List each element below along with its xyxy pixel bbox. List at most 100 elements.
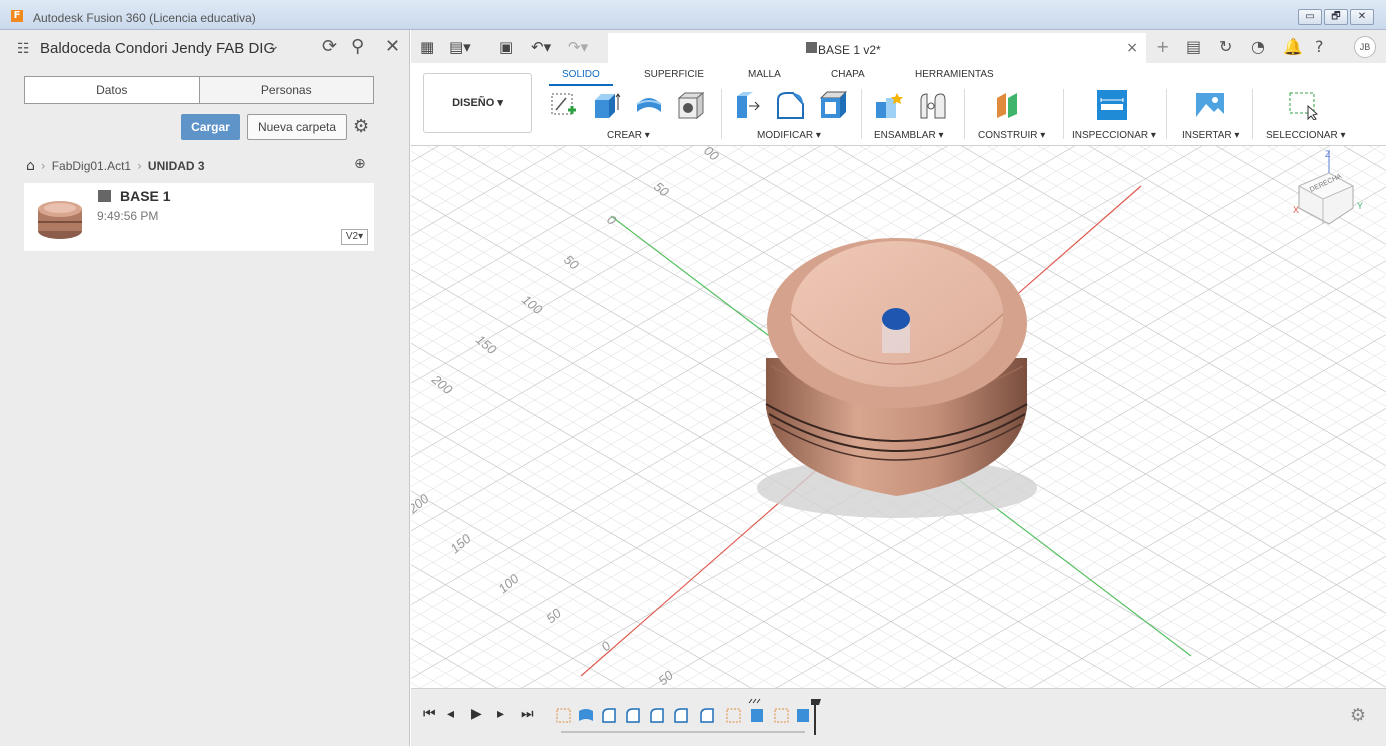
gear-icon[interactable]: ⚙ [353,116,369,137]
home-icon[interactable]: ⌂ [26,158,35,174]
redo-icon[interactable]: ↷▾ [568,38,588,56]
timeline-features[interactable] [555,697,825,737]
insert-image-icon[interactable] [1195,90,1225,120]
restore-button[interactable]: 🗗 [1324,9,1348,25]
axis-z-label: Z [1325,149,1331,159]
comments-icon[interactable]: ▤ [1186,37,1201,56]
notifications-icon[interactable]: 🔔 [1283,37,1303,56]
tab-personas[interactable]: Personas [198,77,374,103]
sync-icon[interactable]: ↻ [1219,37,1232,56]
close-tab-icon[interactable]: × [1126,40,1138,56]
file-thumbnail [38,201,82,239]
file-item[interactable]: BASE 1 9:49:56 PM V2▾ [24,183,374,251]
minimize-button[interactable]: ▭ [1298,9,1322,25]
avatar[interactable]: JB [1354,36,1376,58]
timeline-sketch-icon [726,708,741,723]
3d-viewport[interactable]: 50 0 50 100 150 200 200 150 100 50 0 50 … [411,146,1386,688]
close-window-button[interactable]: ✕ [1350,9,1374,25]
go-to-start-icon[interactable]: ⏮ [423,706,436,722]
version-dropdown[interactable]: V2▾ [341,229,368,245]
data-panel-header: ☷ Baldoceda Condori Jendy FAB DIG ⌄ ⟳ ⚲ … [0,30,410,65]
step-forward-icon[interactable]: ▸ [497,706,504,722]
timeline-revolve-icon [579,709,593,721]
timeline-fillet-icon [602,708,616,723]
go-to-end-icon[interactable]: ⏭ [521,706,534,722]
create-sketch-icon[interactable] [548,90,578,120]
undo-icon[interactable]: ↶▾ [531,38,551,56]
job-status-icon[interactable]: ◔ [1251,37,1265,56]
ribbon-divider [964,89,965,139]
timeline-marker-icon [811,699,821,735]
tab-herramientas[interactable]: HERRAMIENTAS [915,69,994,80]
tab-solido[interactable]: SOLIDO [562,69,600,80]
group-modificar[interactable]: MODIFICAR ▾ [757,130,821,141]
tab-malla[interactable]: MALLA [748,69,781,80]
quick-access-toolbar: ▦ ▤▾ ▣ ↶▾ ↷▾ BASE 1 v2* × + ▤ ↻ ◔ 🔔 ? JB [411,30,1386,63]
breadcrumb-item[interactable]: FabDig01.Act1 [52,159,131,173]
tab-chapa[interactable]: CHAPA [831,69,865,80]
close-icon[interactable]: ✕ [385,36,400,57]
timeline-sketch-icon [556,708,571,723]
breadcrumb: ⌂ › FabDig01.Act1 › UNIDAD 3 [26,157,205,175]
timeline-sketch-icon [774,708,789,723]
press-pull-icon[interactable] [733,90,763,120]
base-part-model[interactable] [765,238,1028,496]
active-tab-indicator [549,84,613,86]
hole-icon[interactable] [675,90,705,120]
save-icon[interactable]: ▣ [499,38,513,56]
ribbon-divider [721,89,722,139]
document-tab[interactable]: BASE 1 v2* × [608,33,1146,63]
select-icon[interactable] [1288,90,1318,120]
group-crear[interactable]: CREAR ▾ [607,130,650,141]
tab-superficie[interactable]: SUPERFICIE [644,69,704,80]
new-folder-button[interactable]: Nueva carpeta [247,114,347,140]
workspace-switcher[interactable]: DISEÑO ▾ [423,73,532,133]
globe-icon[interactable]: ⊕ [354,156,366,172]
file-menu-icon[interactable]: ▤▾ [449,38,471,56]
tab-datos[interactable]: Datos [25,77,199,103]
window-title: Autodesk Fusion 360 (Licencia educativa) [33,11,256,25]
timeline-fillet-icon [650,708,664,723]
refresh-icon[interactable]: ⟳ [322,36,337,57]
document-title: BASE 1 v2* [818,43,881,57]
chevron-down-icon[interactable]: ⌄ [268,38,280,54]
center-hole [882,308,910,330]
timeline-extrude-icon [751,709,763,722]
new-tab-icon[interactable]: + [1156,37,1169,56]
timeline-gear-icon[interactable]: ⚙ [1350,705,1366,726]
team-selector[interactable]: Baldoceda Condori Jendy FAB DIG [40,40,275,57]
shell-icon[interactable] [818,90,848,120]
offset-plane-icon[interactable] [994,90,1024,120]
group-construir[interactable]: CONSTRUIR ▾ [978,130,1045,141]
help-icon[interactable]: ? [1315,37,1324,56]
rollback-marker-icon [748,698,761,704]
upload-button[interactable]: Cargar [181,114,240,140]
group-inspeccionar[interactable]: INSPECCIONAR ▾ [1072,130,1156,141]
component-icon [98,190,111,202]
component-icon [806,42,817,53]
axis-x-label: X [1293,205,1299,215]
canvas[interactable]: 50 0 50 100 150 200 200 150 100 50 0 50 … [411,146,1386,688]
group-seleccionar[interactable]: SELECCIONAR ▾ [1266,130,1345,141]
file-name: BASE 1 [120,188,171,204]
fillet-icon[interactable] [775,90,805,120]
axis-y-label: Y [1357,201,1363,211]
play-icon[interactable]: ▶ [471,706,482,722]
step-back-icon[interactable]: ◂ [447,706,454,722]
new-component-icon[interactable] [873,90,903,120]
joint-icon[interactable] [917,90,947,120]
chevron-right-icon: › [40,159,46,173]
toolbar-ribbon: DISEÑO ▾ SOLIDO SUPERFICIE MALLA CHAPA H… [411,63,1386,146]
grid-menu-icon[interactable]: ▦ [420,38,434,56]
team-icon: ☷ [17,41,30,57]
fusion-app-icon: F [11,10,23,22]
data-panel-tabs: Datos Personas [24,76,374,104]
chevron-right-icon: › [137,159,142,173]
group-insertar[interactable]: INSERTAR ▾ [1182,130,1239,141]
search-icon[interactable]: ⚲ [351,36,364,57]
revolve-icon[interactable] [634,90,664,120]
timeline-fillet-icon [700,708,714,723]
group-ensamblar[interactable]: ENSAMBLAR ▾ [874,130,943,141]
measure-icon[interactable] [1097,90,1127,120]
extrude-icon[interactable] [591,90,621,120]
